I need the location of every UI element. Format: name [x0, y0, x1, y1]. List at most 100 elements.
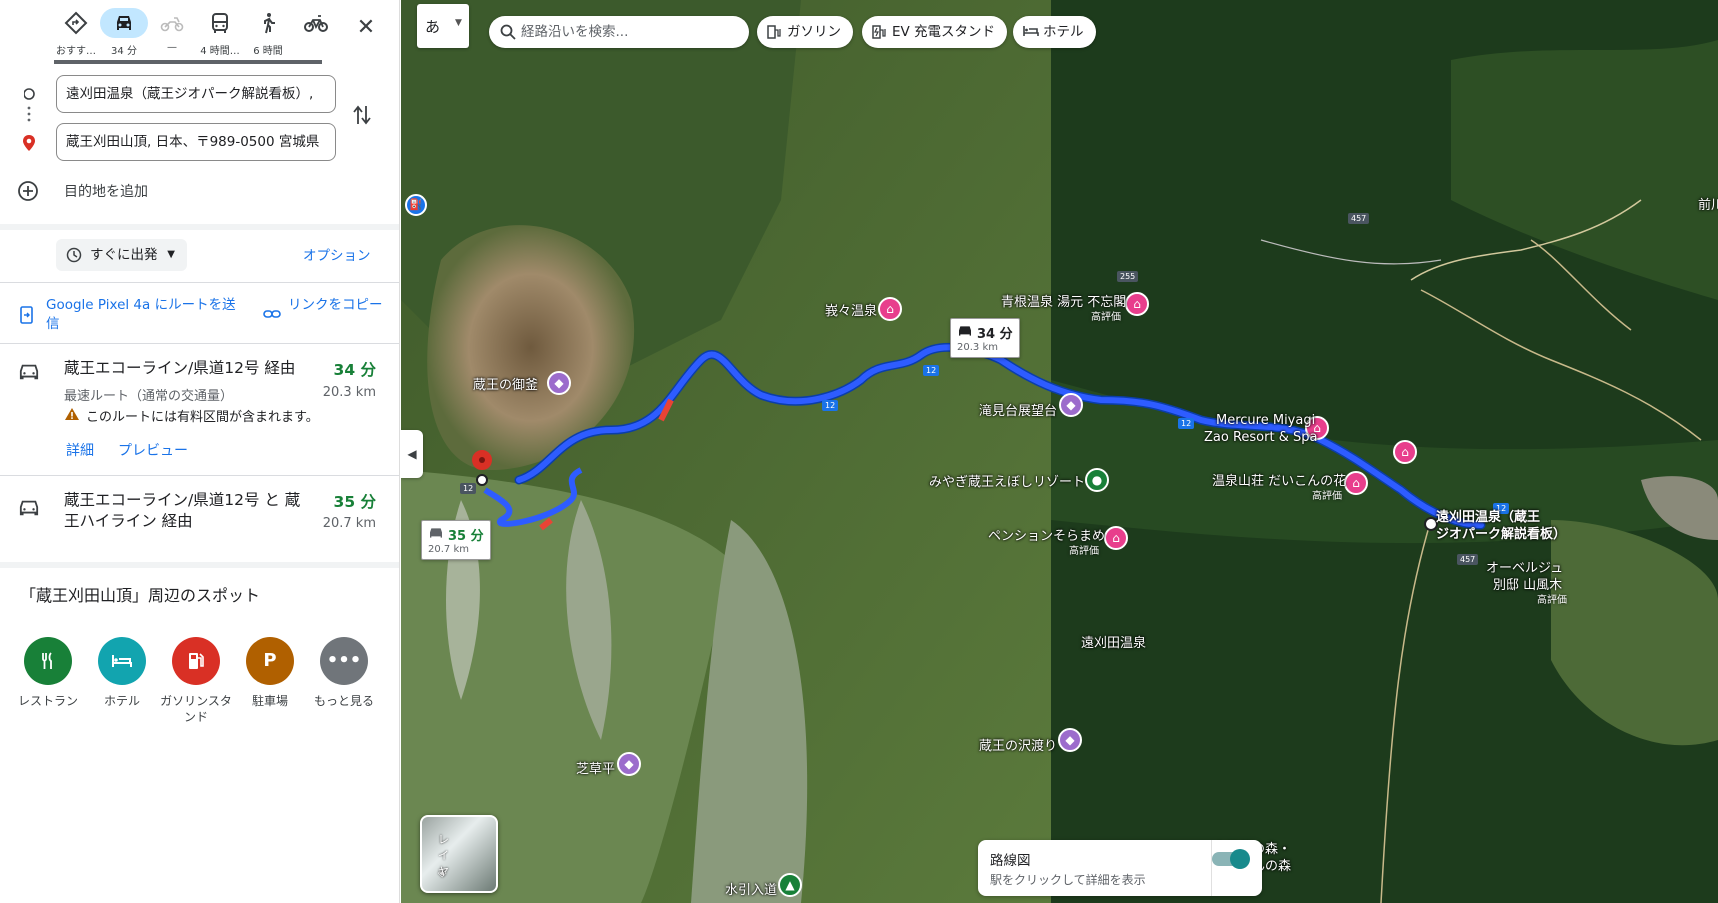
layers-label: レイヤ [438, 833, 449, 878]
map-label-origin-2[interactable]: ジオパーク解説看板） [1436, 523, 1566, 542]
nearby-gas-button[interactable]: ガソリンスタンド [159, 637, 233, 725]
hotel-marker-soramame[interactable]: ⌂ [1104, 526, 1128, 550]
hotel-chip[interactable]: ホテル [1013, 16, 1096, 48]
nearby-category-label: 駐車場 [251, 694, 288, 708]
map-label-eboshi[interactable]: みやぎ蔵王えぼしリゾート [929, 471, 1085, 490]
mode-drive-label: 34 分 [111, 46, 137, 57]
nearby-category-label: レストラン [17, 694, 78, 708]
gas-chip[interactable]: ガソリン [757, 16, 853, 48]
parking-icon: P [246, 637, 294, 685]
route-shield: 12 [1178, 418, 1195, 429]
hotel-marker-aone[interactable]: ⌂ [1125, 292, 1149, 316]
add-destination-icon[interactable] [17, 180, 39, 202]
chip-label: ガソリン [787, 24, 841, 40]
map-label-sawa[interactable]: 蔵王の沢渡り [979, 735, 1057, 754]
car-icon [19, 364, 39, 380]
map-label-mizuhiki[interactable]: 水引入道 [725, 879, 777, 898]
route-subtitle: 最速ルート（通常の交通量） [64, 389, 234, 404]
chevron-down-icon: ▼ [455, 18, 462, 28]
route-option-1[interactable]: 蔵王エコーライン/県道12号 経由 34 分 最速ルート（通常の交通量） 20.… [0, 344, 399, 474]
close-directions-button[interactable]: ✕ [351, 13, 381, 43]
nearby-more-button[interactable]: ••• もっと見る [307, 637, 381, 709]
mode-motorcycle[interactable]: — [148, 8, 196, 62]
route-shield: 12 [460, 483, 477, 494]
car-icon [19, 500, 39, 516]
route-option-2[interactable]: 蔵王エコーライン/県道12号 と 蔵王ハイライン 経由 35 分 20.7 km [0, 476, 399, 566]
route-diamond-icon [52, 8, 100, 38]
attraction-marker-shibakusa[interactable]: ◆ [617, 752, 641, 776]
copy-link-link[interactable]: リンクをコピー [288, 296, 388, 315]
map-label-okama[interactable]: 蔵王の御釜 [473, 374, 538, 393]
nearby-heading: 「蔵王刈田山頂」周辺のスポット [20, 586, 261, 605]
mode-scrollbar[interactable] [54, 60, 322, 64]
attraction-marker-okama[interactable]: ◆ [547, 371, 571, 395]
origin-input[interactable]: 遠刈田温泉（蔵王ジオパーク解説看板）, [56, 75, 336, 113]
mode-transit-label: 4 時間… [200, 46, 240, 57]
search-along-route-input[interactable]: 経路沿いを検索... [489, 16, 749, 48]
chip-label: ホテル [1043, 24, 1084, 40]
mode-best[interactable]: おすす… [52, 8, 100, 62]
route-preview-button[interactable]: プレビュー [118, 440, 188, 460]
car-icon [959, 326, 971, 336]
callout-duration: 34 分 [977, 327, 1013, 342]
attraction-marker-sawa[interactable]: ◆ [1058, 728, 1082, 752]
map-canvas[interactable]: 12 12 12 12 12 457 457 255 あ ▼ 経路沿いを検索...… [401, 0, 1718, 903]
mode-motorcycle-label: — [167, 42, 177, 53]
nearby-restaurants-button[interactable]: レストラン [11, 637, 85, 709]
map-label-gaga[interactable]: 峩々温泉 [825, 300, 877, 319]
route-callout-primary[interactable]: 34 分 20.3 km [950, 318, 1020, 358]
section-divider [0, 224, 399, 230]
walk-icon [244, 8, 292, 38]
map-label-mae[interactable]: 前川 [1698, 194, 1718, 213]
route-details-button[interactable]: 詳細 [66, 440, 94, 460]
route-callout-alternate[interactable]: 35 分 20.7 km [421, 520, 491, 560]
ev-charger-icon [872, 25, 886, 39]
rating-badge: 高評価 [1091, 312, 1121, 323]
map-label-takimi[interactable]: 滝見台展望台 [979, 400, 1057, 419]
bed-icon [1023, 26, 1039, 36]
transit-title: 路線図 [990, 853, 1031, 869]
map-label-mercure-2[interactable]: Zao Resort & Spa [1204, 430, 1317, 445]
transit-lines-toggle[interactable]: 路線図 駅をクリックして詳細を表示 [978, 840, 1262, 896]
hotel-marker-daikon[interactable]: ⌂ [1344, 471, 1368, 495]
mode-drive[interactable]: 34 分 [100, 8, 148, 62]
section-divider [0, 562, 399, 568]
route-title: 蔵王エコーライン/県道12号 経由 [64, 359, 296, 377]
car-icon [430, 528, 442, 538]
collapse-panel-button[interactable]: ◀ [401, 430, 423, 478]
mode-bicycle[interactable] [292, 8, 340, 62]
callout-distance: 20.3 km [957, 342, 998, 353]
route-shield: 457 [1348, 213, 1370, 224]
map-label-mercure-1[interactable]: Mercure Miyagi [1216, 413, 1315, 428]
ev-charging-chip[interactable]: EV 充電スタンド [862, 16, 1008, 48]
toll-warning: このルートには有料区間が含まれます。 [86, 410, 319, 425]
mode-transit[interactable]: 4 時間… [196, 8, 244, 62]
transit-switch[interactable] [1212, 849, 1250, 869]
resort-marker-eboshi[interactable]: ● [1085, 468, 1109, 492]
swap-icon[interactable] [352, 104, 372, 126]
rating-badge: 高評価 [1537, 595, 1567, 606]
callout-distance: 20.7 km [428, 544, 469, 555]
add-destination-label[interactable]: 目的地を追加 [64, 181, 148, 201]
destination-input[interactable]: 蔵王刈田山頂, 日本、〒989-0500 宮城県 [56, 123, 336, 161]
route-distance: 20.3 km [322, 385, 376, 400]
hotel-marker-gaga[interactable]: ⌂ [878, 297, 902, 321]
map-label-shibakusa[interactable]: 芝草平 [576, 758, 615, 777]
transit-subtitle: 駅をクリックして詳細を表示 [990, 873, 1146, 887]
layers-button[interactable]: ◈ レイヤ [420, 815, 498, 893]
mode-walk[interactable]: 6 時間 [244, 8, 292, 62]
nearby-hotels-button[interactable]: ホテル [85, 637, 159, 709]
gas-station-marker[interactable]: ⛽ [405, 194, 427, 216]
depart-time-button[interactable]: すぐに出発 ▼ [56, 239, 187, 271]
options-link[interactable]: オプション [303, 244, 371, 264]
park-marker-mizuhiki[interactable]: ▲ [778, 873, 802, 897]
attraction-marker-takimi[interactable]: ◆ [1059, 393, 1083, 417]
hotel-marker[interactable]: ⌂ [1393, 440, 1417, 464]
send-to-phone-link[interactable]: Google Pixel 4a にルートを送信 [46, 296, 236, 334]
rating-badge: 高評価 [1069, 546, 1099, 557]
search-placeholder: 経路沿いを検索... [521, 24, 629, 40]
input-method-button[interactable]: あ ▼ [417, 4, 469, 48]
map-label-togatta-area[interactable]: 遠刈田温泉 [1081, 632, 1146, 651]
depart-time-label: すぐに出発 [90, 247, 158, 263]
nearby-parking-button[interactable]: P 駐車場 [233, 637, 307, 709]
